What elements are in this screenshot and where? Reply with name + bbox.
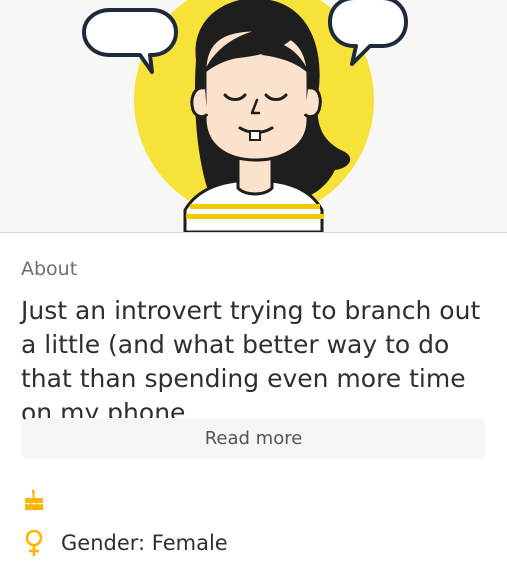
read-more-button[interactable]: Read more (21, 418, 486, 459)
gender-row: Gender: Female (21, 529, 228, 557)
birthday-row (21, 487, 47, 515)
bio-text: Just an introvert trying to branch out a… (21, 296, 481, 427)
about-heading: About (21, 258, 78, 280)
profile-photo-area (0, 0, 507, 233)
birthday-cake-icon (21, 487, 47, 515)
gender-text: Gender: Female (61, 531, 228, 555)
avatar-illustration (82, 0, 408, 232)
female-symbol-icon (21, 529, 47, 557)
